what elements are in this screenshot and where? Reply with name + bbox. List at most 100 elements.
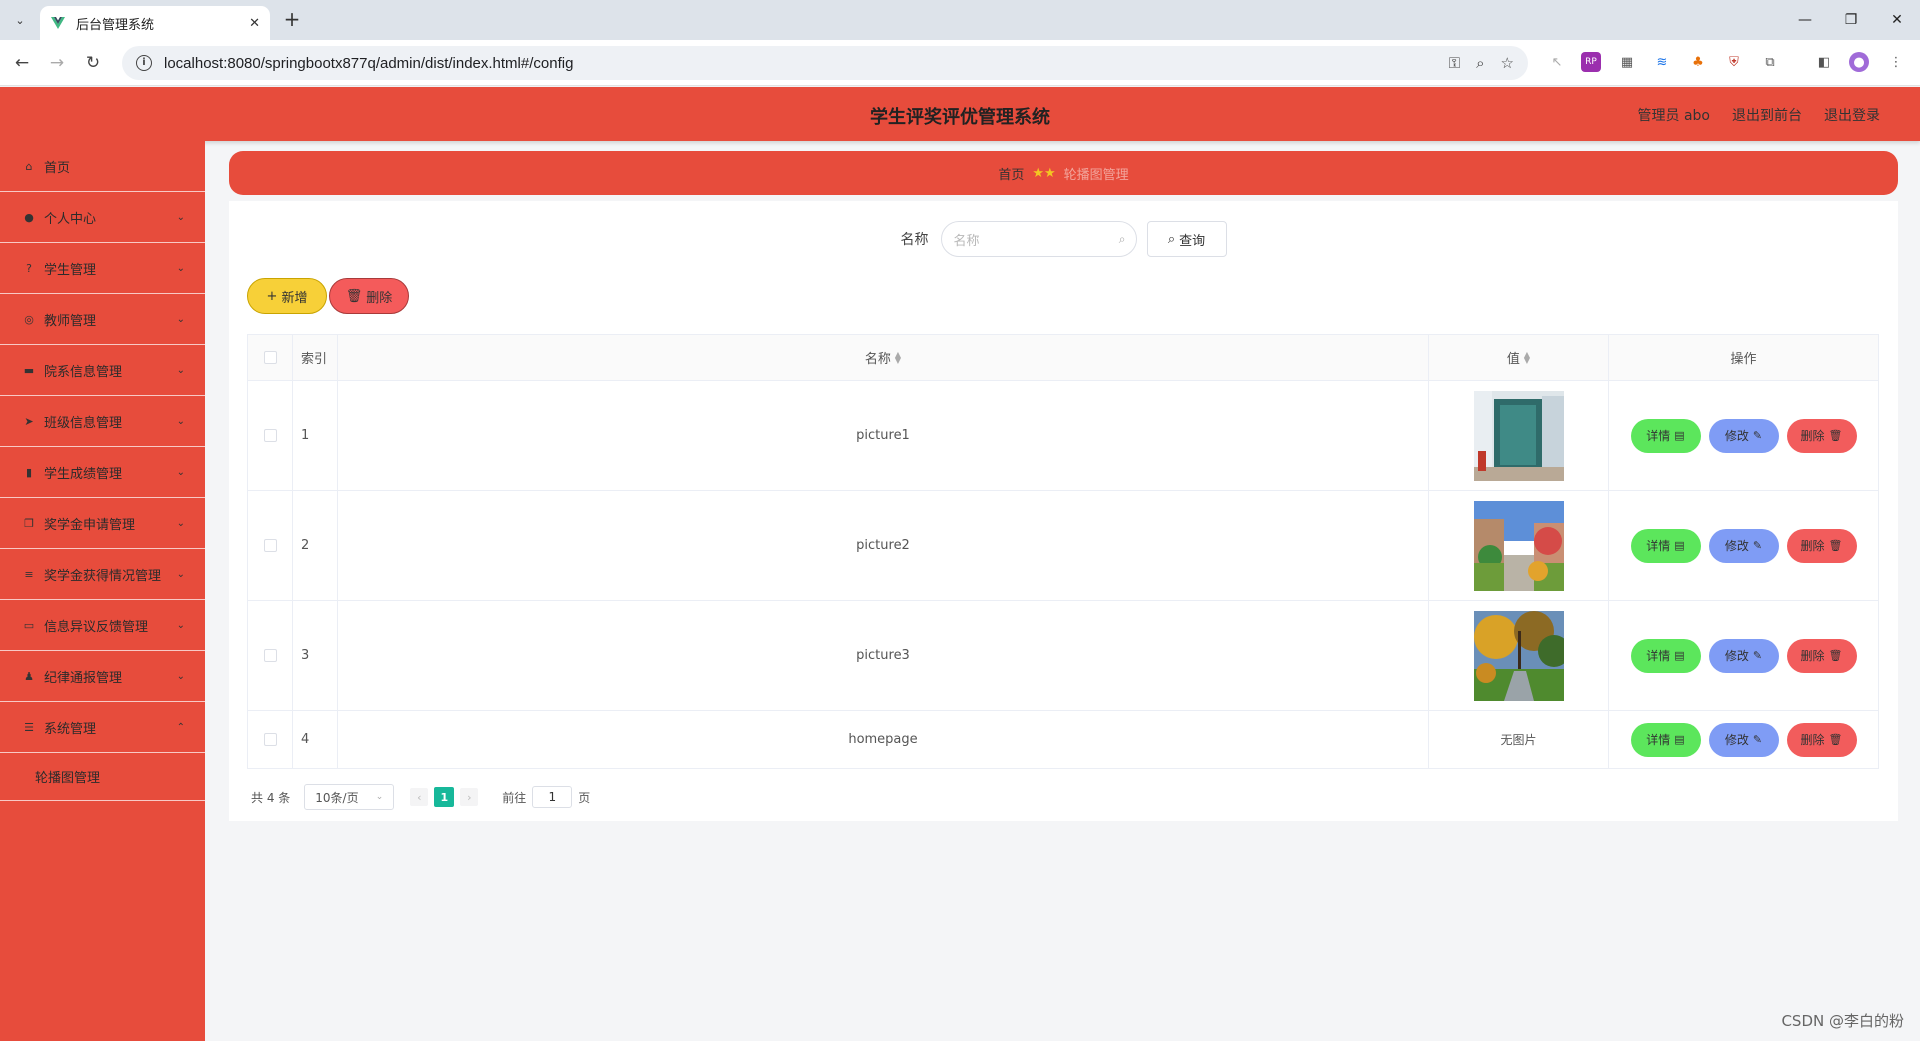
sidebar-subitem-carousel[interactable]: 轮播图管理	[0, 753, 205, 801]
search-input[interactable]: 名称 ⌕	[940, 221, 1137, 257]
sort-icon[interactable]: ▲ ▼	[1524, 350, 1530, 364]
select-all-checkbox[interactable]	[263, 351, 277, 364]
delete-button[interactable]: 删除 🗑	[1786, 638, 1857, 673]
row-checkbox[interactable]	[263, 429, 277, 442]
sidebar-item-scholarship-apply[interactable]: ❐ 奖学金申请管理 ⌄	[0, 498, 205, 549]
delete-button[interactable]: 删除 🗑	[1786, 418, 1857, 453]
breadcrumb-current: 轮播图管理	[1063, 167, 1129, 183]
delete-button[interactable]: 删除 🗑	[1786, 722, 1857, 757]
sidebar-item-departments[interactable]: ▬ 院系信息管理 ⌄	[0, 345, 205, 396]
next-page-icon[interactable]: ›	[460, 788, 479, 806]
side-panel-icon[interactable]: ◧	[1814, 52, 1834, 72]
extensions-puzzle-icon[interactable]: ⧉	[1760, 52, 1780, 72]
detail-button[interactable]: 详情 ▤	[1630, 722, 1701, 757]
sort-icon[interactable]: ▲ ▼	[895, 350, 901, 364]
edit-icon: ✎	[1752, 649, 1763, 662]
page-number-current[interactable]: 1	[434, 787, 455, 807]
edit-button[interactable]: 修改 ✎	[1708, 528, 1779, 563]
total-count: 共 4 条	[251, 790, 291, 805]
delete-button[interactable]: 删除 🗑	[1786, 528, 1857, 563]
row-index: 4	[293, 711, 338, 768]
row-ops: 详情 ▤ 修改 ✎ 删除 🗑	[1609, 601, 1878, 710]
plus-icon: +	[266, 288, 278, 304]
address-bar[interactable]: i localhost:8080/springbootx877q/admin/d…	[122, 46, 1528, 80]
header-name[interactable]: 名称 ▲ ▼	[338, 335, 1429, 380]
forward-icon[interactable]: →	[45, 51, 69, 75]
extension-layers-icon[interactable]: ≋	[1652, 52, 1672, 72]
sidebar-item-label: 学生管理	[44, 262, 97, 278]
prev-page-icon[interactable]: ‹	[410, 788, 429, 806]
row-checkbox[interactable]	[263, 649, 277, 662]
carousel-image-thumbnail[interactable]	[1473, 500, 1564, 591]
detail-button[interactable]: 详情 ▤	[1630, 638, 1701, 673]
carousel-image-thumbnail[interactable]	[1473, 390, 1564, 481]
exit-to-front-link[interactable]: 退出到前台	[1732, 105, 1802, 125]
extension-rp-icon[interactable]: RP	[1581, 52, 1601, 72]
sidebar-item-discipline[interactable]: ♟ 纪律通报管理 ⌄	[0, 651, 205, 702]
trash-icon: 🗑	[1828, 649, 1843, 662]
extension-tree-icon[interactable]: ♣	[1688, 52, 1708, 72]
site-info-icon[interactable]: i	[136, 55, 152, 71]
page-suffix: 页	[578, 790, 591, 805]
carousel-image-thumbnail[interactable]	[1473, 610, 1564, 701]
minimize-icon[interactable]: —	[1782, 0, 1828, 40]
logout-link[interactable]: 退出登录	[1824, 105, 1880, 125]
close-window-icon[interactable]: ✕	[1874, 0, 1920, 40]
restore-icon[interactable]: ❐	[1828, 0, 1874, 40]
browser-menu-icon[interactable]: ⋮	[1886, 52, 1906, 72]
sidebar-item-system[interactable]: ☰ 系统管理 ⌃	[0, 702, 205, 753]
new-tab-icon[interactable]: +	[280, 8, 304, 32]
edit-icon: ✎	[1752, 429, 1763, 442]
trash-icon: 🗑	[1828, 539, 1843, 552]
browser-tab[interactable]: 后台管理系统 ✕	[40, 6, 270, 40]
row-checkbox[interactable]	[263, 733, 277, 746]
query-button[interactable]: ⌕ 查询	[1146, 221, 1227, 257]
sidebar-item-home[interactable]: ⌂ 首页	[0, 141, 205, 192]
goto-page-input[interactable]: 1	[532, 786, 573, 808]
batch-delete-button[interactable]: 🗑 删除	[329, 278, 409, 314]
edit-button[interactable]: 修改 ✎	[1708, 638, 1779, 673]
extension-cursor-icon[interactable]: ↖	[1547, 52, 1567, 72]
back-icon[interactable]: ←	[10, 51, 34, 75]
breadcrumb-home[interactable]: 首页	[998, 164, 1024, 183]
detail-label: 详情	[1646, 429, 1671, 443]
reload-icon[interactable]: ↻	[81, 51, 105, 75]
profile-avatar-icon[interactable]: ●	[1849, 52, 1869, 72]
batch-delete-label: 删除	[366, 290, 393, 306]
detail-button[interactable]: 详情 ▤	[1630, 528, 1701, 563]
bookmark-star-icon[interactable]: ☆	[1501, 54, 1514, 72]
detail-button[interactable]: 详情 ▤	[1630, 418, 1701, 453]
chevron-down-icon: ⌄	[176, 619, 185, 631]
suitcase-icon: ▬	[23, 363, 35, 377]
extension-grid-icon[interactable]: ▦	[1617, 52, 1637, 72]
sidebar-item-students[interactable]: ? 学生管理 ⌄	[0, 243, 205, 294]
add-button[interactable]: + 新增	[247, 278, 327, 314]
sidebar-item-grades[interactable]: ▮ 学生成绩管理 ⌄	[0, 447, 205, 498]
zoom-icon[interactable]: ⌕	[1476, 54, 1484, 72]
page-size-select[interactable]: 10条/页 ⌄	[304, 784, 395, 810]
edit-label: 修改	[1724, 429, 1749, 443]
extension-shield-icon[interactable]: ⛨	[1724, 52, 1744, 72]
sidebar-item-personal-center[interactable]: ● 个人中心 ⌄	[0, 192, 205, 243]
edit-button[interactable]: 修改 ✎	[1708, 418, 1779, 453]
sidebar-item-feedback[interactable]: ▭ 信息异议反馈管理 ⌄	[0, 600, 205, 651]
sidebar-item-teachers[interactable]: ◎ 教师管理 ⌄	[0, 294, 205, 345]
tab-list-chevron-icon[interactable]: ⌄	[8, 8, 32, 32]
search-icon: ⌕	[1167, 231, 1176, 247]
sidebar-item-scholarship-awarded[interactable]: ≡ 奖学金获得情况管理 ⌄	[0, 549, 205, 600]
edit-button[interactable]: 修改 ✎	[1708, 722, 1779, 757]
no-image-text: 无图片	[1500, 733, 1537, 747]
edit-label: 修改	[1724, 733, 1749, 747]
row-checkbox[interactable]	[263, 539, 277, 552]
document-icon: ▤	[1674, 539, 1685, 552]
tab-close-icon[interactable]: ✕	[249, 16, 260, 31]
sidebar-item-classes[interactable]: ➤ 班级信息管理 ⌄	[0, 396, 205, 447]
row-name: picture3	[338, 601, 1429, 710]
header-value[interactable]: 值 ▲ ▼	[1429, 335, 1609, 380]
config-table: 索引 名称 ▲ ▼ 值 ▲ ▼ 操作 1 picture1 详情 ▤ 修改 ✎ …	[247, 334, 1879, 769]
trash-icon: 🗑	[1828, 429, 1843, 442]
query-button-label: 查询	[1179, 233, 1206, 249]
sidebar-item-label: 教师管理	[44, 313, 97, 329]
sidebar-item-label: 班级信息管理	[44, 415, 123, 431]
key-icon[interactable]: ⚿	[1449, 54, 1460, 72]
